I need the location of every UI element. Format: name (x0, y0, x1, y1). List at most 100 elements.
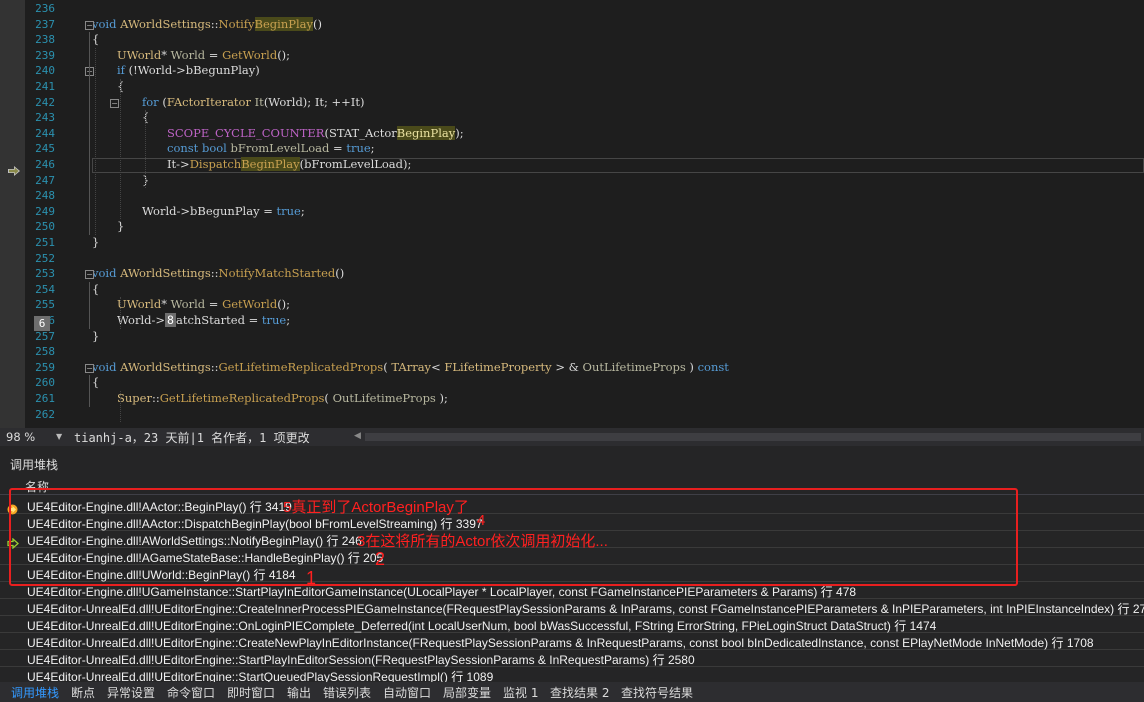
tool-window-tabs: 调用堆栈 断点 异常设置 命令窗口 即时窗口 输出 错误列表 自动窗口 局部变量 监视 1 查找结果… (0, 682, 1144, 702)
code-line: for (FActorIterator It(World); It; ++It) (142, 95, 364, 111)
code-token: :: (210, 16, 219, 31)
code-token: GetLifetimeReplicatedProps (218, 359, 384, 374)
tab-6[interactable]: 输出 (287, 684, 311, 701)
code-token: World-> (117, 313, 166, 327)
code-token: for (142, 94, 159, 109)
code-line: } (92, 235, 99, 251)
code-token: * (161, 47, 171, 62)
code-token: } (92, 328, 100, 343)
line-number: 259 (35, 360, 55, 374)
tab-2[interactable]: 断点 (71, 684, 95, 701)
code-token: () (335, 266, 345, 281)
code-token: ); (455, 125, 464, 140)
indent-guide (120, 297, 121, 329)
codelens-info[interactable]: tianhj-a，23 天前|1 名作者，1 项更改 (74, 429, 310, 446)
stack-frame-row[interactable]: UE4Editor-UnrealEd.dll!UEditorEngine::Cr… (0, 633, 1144, 650)
code-line: void AWorldSettings::NotifyBeginPlay() (92, 16, 322, 33)
zoom-dropdown-icon[interactable]: ▼ (56, 432, 62, 441)
tab-10[interactable]: 监视 1 (503, 684, 538, 701)
outline-line (89, 281, 90, 329)
bookmark-6-marker: 6 (34, 316, 50, 331)
code-token: Notify (218, 16, 255, 31)
code-token: AWorldSettings (120, 359, 211, 374)
zoom-level[interactable]: 98 % (6, 430, 35, 444)
tab-7[interactable]: 错误列表 (323, 684, 371, 701)
code-line: if (!World->bBegunPlay) (117, 63, 260, 79)
stack-frame-row[interactable]: UE4Editor-UnrealEd.dll!UEditorEngine::St… (0, 650, 1144, 667)
code-token: void (92, 16, 121, 31)
code-token: true (276, 203, 301, 218)
code-line: { (92, 32, 99, 48)
code-text-area[interactable]: void AWorldSettings::NotifyBeginPlay(){U… (60, 0, 1144, 428)
code-token: :: (151, 391, 160, 405)
indent-guide (120, 79, 121, 220)
code-token: < (431, 359, 445, 374)
code-token: true (346, 141, 371, 156)
glyph-margin[interactable] (0, 0, 25, 428)
line-number: 254 (35, 282, 55, 296)
line-number: 239 (35, 48, 55, 62)
code-token: BeginPlay (241, 157, 300, 171)
stack-frame-row[interactable]: UE4Editor-UnrealEd.dll!UEditorEngine::Cr… (0, 599, 1144, 616)
code-token: BeginPlay (254, 16, 314, 31)
code-line: SCOPE_CYCLE_COUNTER(STAT_ActorBeginPlay)… (167, 125, 464, 142)
outline-line (89, 32, 90, 235)
line-number: 243 (35, 111, 55, 125)
tab-4[interactable]: 命令窗口 (167, 684, 215, 701)
code-line: void AWorldSettings::NotifyMatchStarted(… (92, 266, 344, 282)
line-number: 242 (35, 95, 55, 109)
code-line: World->bBegunPlay = true; (142, 204, 305, 220)
line-number: 255 (35, 298, 55, 312)
code-editor[interactable]: 236 237 238 239 240 241 242 243 244 245 246 247 248 2… (0, 0, 1144, 428)
code-token: { (92, 375, 100, 390)
tab-9[interactable]: 局部变量 (443, 684, 491, 701)
stack-frame-label: UE4Editor-UnrealEd.dll!UEditorEngine::On… (27, 619, 937, 633)
code-token: OutLifetimeProps (582, 359, 686, 374)
scroll-left-icon[interactable]: ◀ (354, 431, 361, 441)
tab-11[interactable]: 查找结果 2 (550, 684, 609, 701)
annotation-1: 1 (306, 568, 317, 588)
line-number: 249 (35, 204, 55, 218)
code-line: void AWorldSettings::GetLifetimeReplicat… (92, 360, 729, 376)
collapse-toggle-icon[interactable]: − (85, 363, 94, 373)
code-token: ) (685, 359, 698, 374)
horizontal-scrollbar[interactable] (365, 433, 1141, 441)
code-token: World (170, 297, 206, 312)
indent-guide (145, 110, 146, 189)
line-number: 237 (35, 17, 55, 31)
code-token: FActorIterator (166, 94, 251, 109)
code-line: It->DispatchBeginPlay(bFromLevelLoad); (167, 157, 411, 173)
code-token: (STAT_Actor (324, 125, 397, 140)
collapse-toggle-icon[interactable]: − (110, 98, 119, 108)
code-line: World-> 8 atchStarted = true; (117, 313, 290, 329)
line-number: 241 (35, 80, 55, 93)
code-token: true (261, 313, 287, 327)
tab-5[interactable]: 即时窗口 (227, 684, 275, 701)
code-token: ; (300, 203, 305, 218)
collapse-toggle-icon[interactable]: − (85, 20, 94, 30)
tab-8[interactable]: 自动窗口 (383, 684, 431, 701)
code-token: void (92, 266, 121, 281)
stack-frame-label: UE4Editor-UnrealEd.dll!UEditorEngine::Cr… (27, 602, 1144, 616)
code-token: { (92, 281, 100, 296)
tab-12[interactable]: 查找符号结果 (621, 684, 693, 701)
code-line: UWorld* World = GetWorld(); (117, 297, 290, 313)
code-token: } (117, 219, 125, 234)
code-token: It-> (167, 157, 190, 171)
line-number: 250 (35, 220, 55, 234)
stack-frame-row[interactable]: UE4Editor-UnrealEd.dll!UEditorEngine::On… (0, 616, 1144, 633)
code-token: UWorld (117, 47, 162, 62)
code-token: (!World->bBegunPlay) (124, 63, 260, 78)
annotation-3: 3在这将所有的Actor依次调用初始化... (357, 533, 608, 550)
tab-1[interactable]: 调用堆栈 (11, 684, 59, 701)
code-token: ( (158, 94, 167, 109)
tab-3[interactable]: 异常设置 (107, 684, 155, 701)
code-token: = (205, 297, 223, 312)
collapse-toggle-icon[interactable]: − (85, 270, 94, 280)
code-token: bFromLevelLoad (230, 141, 330, 156)
code-token: 8 (165, 313, 176, 327)
code-token: FLifetimeProperty (444, 359, 552, 374)
code-token: AWorldSettings (120, 266, 211, 281)
code-token: UWorld (117, 297, 162, 312)
code-token: ; (286, 313, 291, 327)
